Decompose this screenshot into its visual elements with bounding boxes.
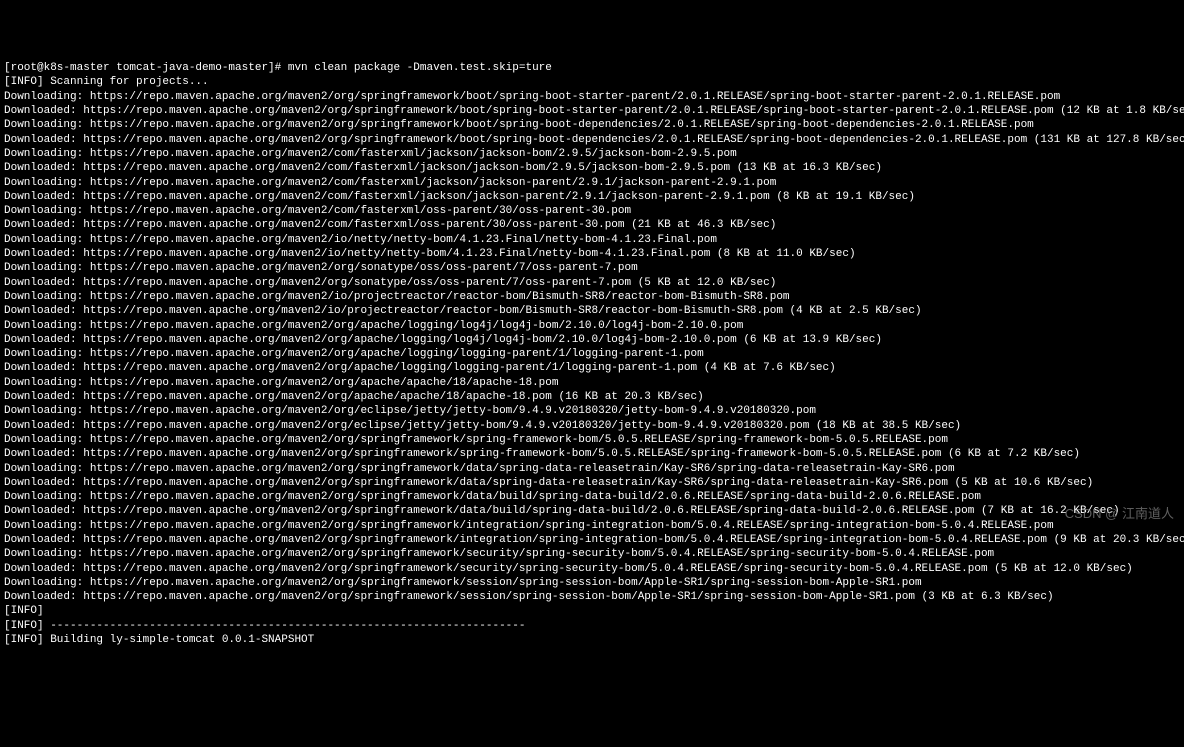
terminal-line: Downloading: https://repo.maven.apache.o… — [4, 319, 1180, 333]
terminal-line: Downloaded: https://repo.maven.apache.or… — [4, 504, 1180, 518]
terminal-line: Downloaded: https://repo.maven.apache.or… — [4, 590, 1180, 604]
terminal-line: Downloading: https://repo.maven.apache.o… — [4, 204, 1180, 218]
terminal-line: Downloading: https://repo.maven.apache.o… — [4, 404, 1180, 418]
terminal-line: Downloaded: https://repo.maven.apache.or… — [4, 133, 1180, 147]
terminal-line: Downloading: https://repo.maven.apache.o… — [4, 261, 1180, 275]
terminal-line: Downloaded: https://repo.maven.apache.or… — [4, 562, 1180, 576]
terminal-line: [INFO] ---------------------------------… — [4, 619, 1180, 633]
terminal-line: Downloading: https://repo.maven.apache.o… — [4, 118, 1180, 132]
terminal-line: Downloading: https://repo.maven.apache.o… — [4, 376, 1180, 390]
terminal-line: Downloaded: https://repo.maven.apache.or… — [4, 447, 1180, 461]
terminal-line: Downloaded: https://repo.maven.apache.or… — [4, 104, 1180, 118]
terminal-line: Downloaded: https://repo.maven.apache.or… — [4, 419, 1180, 433]
terminal-line: Downloaded: https://repo.maven.apache.or… — [4, 190, 1180, 204]
terminal-output[interactable]: [root@k8s-master tomcat-java-demo-master… — [4, 61, 1180, 647]
terminal-line: Downloading: https://repo.maven.apache.o… — [4, 576, 1180, 590]
terminal-line: [INFO] Building ly-simple-tomcat 0.0.1-S… — [4, 633, 1180, 647]
terminal-line: Downloaded: https://repo.maven.apache.or… — [4, 533, 1180, 547]
terminal-line: Downloaded: https://repo.maven.apache.or… — [4, 304, 1180, 318]
terminal-line: Downloading: https://repo.maven.apache.o… — [4, 433, 1180, 447]
terminal-line: Downloading: https://repo.maven.apache.o… — [4, 90, 1180, 104]
terminal-line: Downloaded: https://repo.maven.apache.or… — [4, 276, 1180, 290]
terminal-line: Downloaded: https://repo.maven.apache.or… — [4, 361, 1180, 375]
terminal-line: Downloaded: https://repo.maven.apache.or… — [4, 247, 1180, 261]
terminal-line: Downloading: https://repo.maven.apache.o… — [4, 233, 1180, 247]
terminal-line: Downloading: https://repo.maven.apache.o… — [4, 147, 1180, 161]
terminal-line: [INFO] — [4, 604, 1180, 618]
terminal-line: Downloading: https://repo.maven.apache.o… — [4, 347, 1180, 361]
terminal-line: Downloaded: https://repo.maven.apache.or… — [4, 390, 1180, 404]
terminal-line: Downloading: https://repo.maven.apache.o… — [4, 176, 1180, 190]
watermark: CSDN @ 江南道人 — [1065, 506, 1174, 523]
terminal-line: Downloaded: https://repo.maven.apache.or… — [4, 218, 1180, 232]
shell-prompt-line: [root@k8s-master tomcat-java-demo-master… — [4, 61, 1180, 75]
terminal-line: Downloaded: https://repo.maven.apache.or… — [4, 476, 1180, 490]
terminal-line: Downloaded: https://repo.maven.apache.or… — [4, 333, 1180, 347]
terminal-line: [INFO] Scanning for projects... — [4, 75, 1180, 89]
terminal-line: Downloading: https://repo.maven.apache.o… — [4, 490, 1180, 504]
terminal-line: Downloading: https://repo.maven.apache.o… — [4, 519, 1180, 533]
terminal-line: Downloading: https://repo.maven.apache.o… — [4, 290, 1180, 304]
terminal-line: Downloaded: https://repo.maven.apache.or… — [4, 161, 1180, 175]
terminal-line: Downloading: https://repo.maven.apache.o… — [4, 462, 1180, 476]
terminal-line: Downloading: https://repo.maven.apache.o… — [4, 547, 1180, 561]
